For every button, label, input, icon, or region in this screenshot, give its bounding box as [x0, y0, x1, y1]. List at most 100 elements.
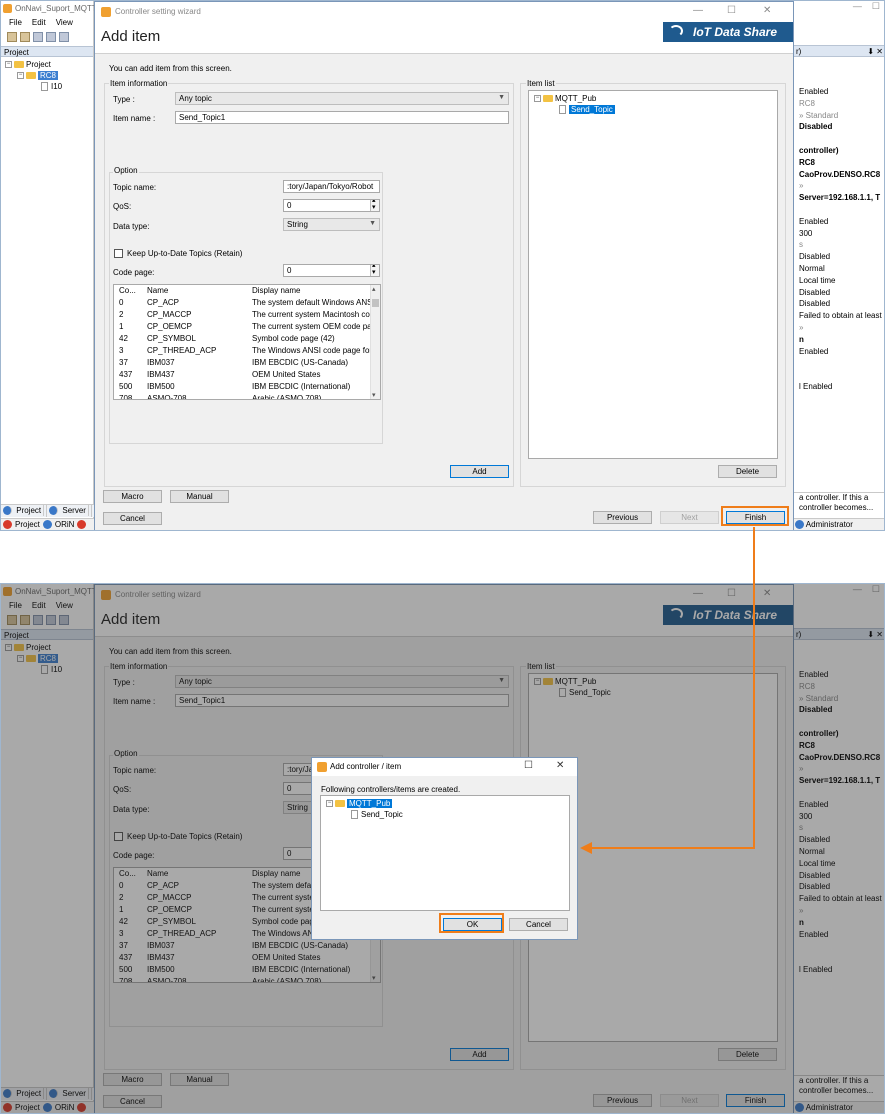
add-button[interactable]: Add — [450, 1048, 509, 1061]
new-icon[interactable] — [7, 615, 17, 625]
save-icon[interactable] — [33, 615, 43, 625]
column-name[interactable]: Name — [147, 285, 168, 296]
type-dropdown[interactable]: Any topic ▼ — [175, 92, 509, 105]
code-page-row[interactable]: 2 CP_MACCP The current system Macintosh co… — [114, 309, 370, 321]
close-button[interactable]: ✕ — [763, 5, 771, 16]
spin-arrows-icon[interactable] — [370, 265, 379, 276]
property-value[interactable]: RC8 — [793, 681, 884, 692]
code-page-row[interactable]: 708 ASMO-708 Arabic (ASMO 708) — [114, 393, 370, 399]
previous-button[interactable]: Previous — [593, 511, 652, 524]
minimize-button[interactable]: — — [693, 5, 703, 16]
property-value[interactable]: » Standard — [793, 110, 884, 121]
paste-icon[interactable] — [59, 615, 69, 625]
dialog-cancel-button[interactable]: Cancel — [509, 918, 568, 931]
delete-button[interactable]: Delete — [718, 1048, 777, 1061]
maximize-button[interactable]: ☐ — [727, 588, 736, 599]
retain-checkbox[interactable] — [114, 249, 123, 258]
property-value[interactable] — [793, 133, 884, 144]
tree-node-send-topic[interactable]: Send_Topic — [559, 687, 611, 698]
dialog-node-send-topic[interactable]: Send_Topic — [351, 809, 403, 820]
column-display-name[interactable]: Display name — [252, 285, 370, 296]
property-value[interactable]: Enabled — [793, 346, 884, 357]
maximize-button[interactable]: ☐ — [727, 5, 736, 16]
property-value[interactable]: Enabled — [793, 929, 884, 940]
code-page-row[interactable]: 437 IBM437 OEM United States — [114, 369, 370, 381]
dialog-close-button[interactable]: ✕ — [556, 760, 564, 771]
property-value[interactable]: » — [793, 905, 884, 916]
code-page-row[interactable]: 37 IBM037 IBM EBCDIC (US-Canada) — [114, 357, 370, 369]
macro-button[interactable]: Macro — [103, 1073, 162, 1086]
property-value[interactable]: » — [793, 763, 884, 774]
property-value[interactable]: Disabled — [793, 121, 884, 132]
code-page-row[interactable]: 1 CP_OEMCP The current system OEM code pag… — [114, 321, 370, 333]
menu-file[interactable]: File — [9, 18, 22, 28]
property-value[interactable]: » — [793, 180, 884, 191]
topic-name-input[interactable]: :tory/Japan/Tokyo/Robot — [283, 180, 380, 193]
cancel-button[interactable]: Cancel — [103, 1095, 162, 1108]
property-value[interactable]: Enabled — [793, 216, 884, 227]
macro-button[interactable]: Macro — [103, 490, 162, 503]
property-value[interactable]: Disabled — [793, 704, 884, 715]
property-value[interactable]: Disabled — [793, 834, 884, 845]
menu-edit[interactable]: Edit — [32, 18, 46, 28]
property-value[interactable]: 300 — [793, 811, 884, 822]
close-button[interactable]: ✕ — [763, 588, 771, 599]
collapse-icon[interactable]: − — [326, 800, 333, 808]
code-page-list[interactable]: Co... Name Display name 0 CP_ACP The syste… — [113, 284, 381, 400]
tree-node-project[interactable]: − Project — [5, 59, 89, 70]
tree-node-project[interactable]: − Project — [5, 642, 89, 653]
add-button[interactable]: Add — [450, 465, 509, 478]
app-minimize-button[interactable]: — — [853, 584, 862, 594]
vertical-scrollbar[interactable]: ▴▾ — [370, 285, 380, 399]
tree-node-i10[interactable]: I10 — [5, 664, 89, 675]
paste-icon[interactable] — [59, 32, 69, 42]
property-value[interactable]: n — [793, 917, 884, 928]
property-value[interactable]: n — [793, 334, 884, 345]
app-maximize-button[interactable]: ☐ — [872, 1, 880, 11]
dialog-maximize-button[interactable]: ☐ — [524, 760, 533, 771]
code-page-row[interactable]: 708 ASMO-708 Arabic (ASMO 708) — [114, 976, 370, 982]
spin-arrows-icon[interactable] — [370, 200, 379, 211]
retain-checkbox[interactable] — [114, 832, 123, 841]
type-dropdown[interactable]: Any topic ▼ — [175, 675, 509, 688]
code-page-row[interactable]: 3 CP_THREAD_ACP The Windows ANSI code page… — [114, 345, 370, 357]
tab-server[interactable]: Server — [47, 505, 92, 517]
property-value[interactable]: » — [793, 322, 884, 333]
new-icon[interactable] — [7, 32, 17, 42]
data-type-dropdown[interactable]: String▼ — [283, 218, 380, 231]
column-code[interactable]: Co... — [119, 285, 136, 296]
tab-server[interactable]: Server — [47, 1088, 92, 1100]
dialog-tree[interactable]: − MQTT_Pub Send_Topic — [320, 795, 570, 911]
copy-icon[interactable] — [46, 615, 56, 625]
item-list-tree[interactable]: − MQTT_Pub Send_Topic — [528, 90, 778, 459]
copy-icon[interactable] — [46, 32, 56, 42]
property-value[interactable]: Normal — [793, 263, 884, 274]
property-value[interactable] — [793, 357, 884, 368]
property-value[interactable]: Disabled — [793, 870, 884, 881]
property-value[interactable]: s — [793, 239, 884, 250]
pin-icon[interactable]: ⬇ ✕ — [867, 47, 883, 56]
finish-button[interactable]: Finish — [726, 1094, 785, 1107]
qos-stepper[interactable]: 0 — [283, 199, 380, 212]
property-value[interactable]: Server=192.168.1.1, T — [793, 775, 884, 786]
tab-project[interactable]: Project — [1, 505, 48, 517]
next-button[interactable]: Next — [660, 511, 719, 524]
code-page-row[interactable]: 42 CP_SYMBOL Symbol code page (42) — [114, 333, 370, 345]
property-value[interactable]: RC8 — [793, 740, 884, 751]
collapse-icon[interactable]: − — [5, 61, 12, 69]
collapse-icon[interactable]: − — [5, 644, 12, 652]
tree-node-mqtt-pub[interactable]: − MQTT_Pub — [534, 676, 596, 687]
app-maximize-button[interactable]: ☐ — [872, 584, 880, 594]
ok-button[interactable]: OK — [443, 918, 502, 931]
save-icon[interactable] — [33, 32, 43, 42]
item-name-input[interactable]: Send_Topic1 — [175, 694, 509, 707]
next-button[interactable]: Next — [660, 1094, 719, 1107]
property-value[interactable]: Enabled — [793, 86, 884, 97]
property-value[interactable] — [793, 716, 884, 727]
manual-button[interactable]: Manual — [170, 1073, 229, 1086]
cancel-button[interactable]: Cancel — [103, 512, 162, 525]
property-value[interactable]: RC8 — [793, 98, 884, 109]
code-page-row[interactable]: 37 IBM037 IBM EBCDIC (US-Canada) — [114, 940, 370, 952]
property-value[interactable]: CaoProv.DENSO.RC8 — [793, 752, 884, 763]
tree-node-rc8[interactable]: − RC8 — [5, 653, 89, 664]
